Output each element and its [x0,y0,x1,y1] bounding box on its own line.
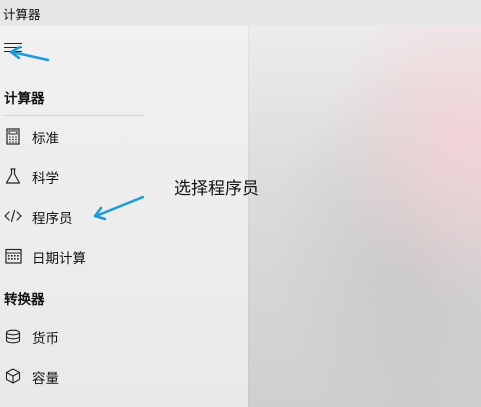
nav-item-label: 货币 [32,331,59,347]
nav-item-label: 容量 [32,371,59,387]
window-title: 计算器 [3,7,41,22]
cube-icon [4,367,22,385]
section-header-converter: 转换器 [4,292,45,308]
section-divider [4,115,144,116]
title-bar: 计算器 [0,0,481,26]
nav-item-label: 日期计算 [32,251,86,267]
calendar-icon [4,247,22,265]
nav-item-date-calculation[interactable]: 日期计算 [0,238,248,274]
calculator-icon [4,127,22,145]
nav-item-label: 科学 [32,171,59,187]
menu-icon[interactable] [4,40,22,56]
currency-icon [4,327,22,345]
nav-item-volume[interactable]: 容量 [0,358,248,394]
section-header-calculator: 计算器 [4,91,45,107]
content-area [248,26,481,407]
code-icon [4,207,22,225]
navigation-pane: 计算器 标准 科学 程序员 日期计算 转换器 货币 容量 [0,26,248,407]
flask-icon [4,167,22,185]
nav-item-programmer[interactable]: 程序员 [0,198,248,234]
nav-item-currency[interactable]: 货币 [0,318,248,354]
nav-item-label: 程序员 [32,211,73,227]
nav-item-label: 标准 [32,131,59,147]
annotation-text: 选择程序员 [174,179,259,199]
nav-item-standard[interactable]: 标准 [0,118,248,154]
